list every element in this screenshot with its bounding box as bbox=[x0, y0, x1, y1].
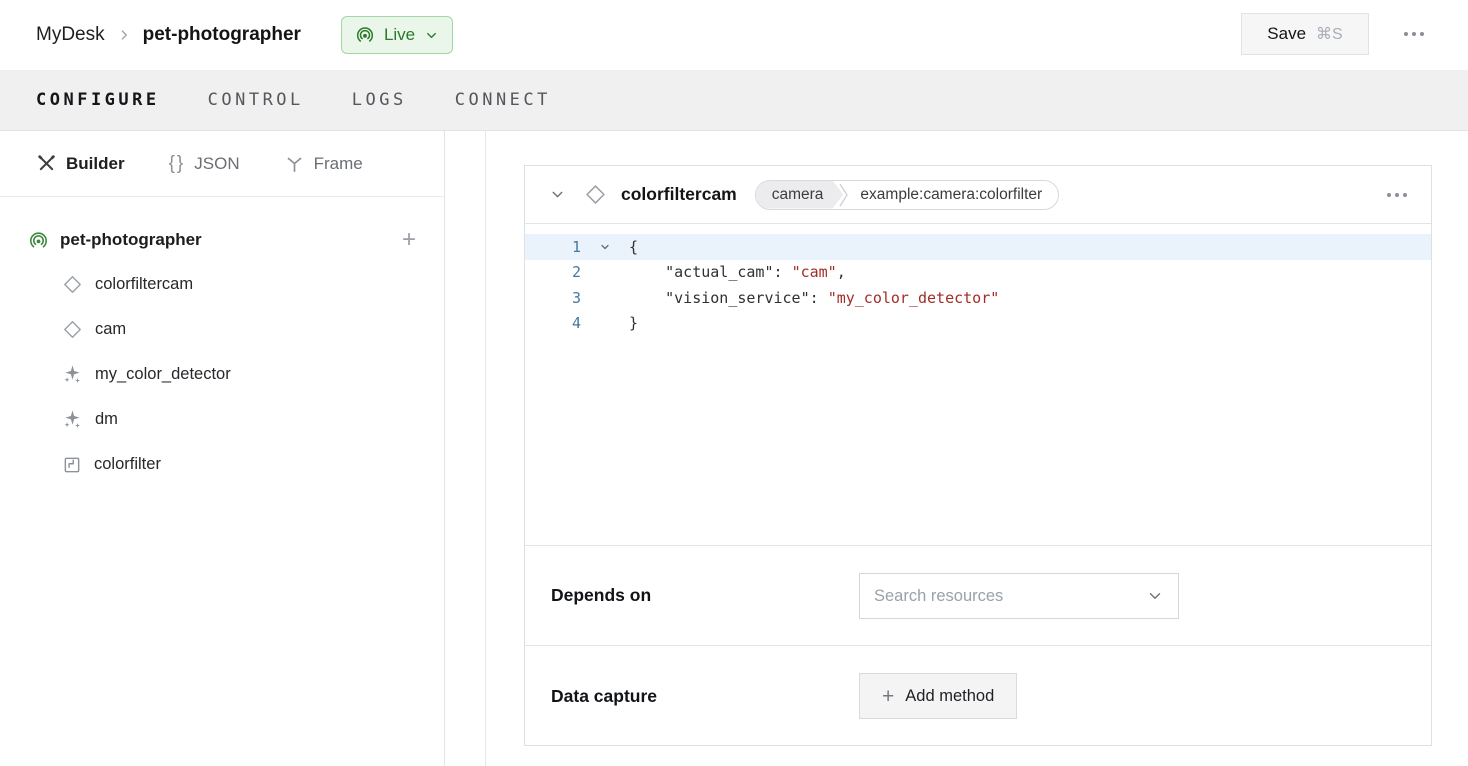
save-shortcut-hint: ⌘S bbox=[1316, 24, 1343, 44]
config-sidebar: Builder {} JSON Frame bbox=[0, 131, 445, 766]
component-diamond-icon bbox=[62, 274, 83, 295]
json-attributes-editor[interactable]: 1 { 2 "actual_cam": "cam", 3 "vision_ser… bbox=[525, 224, 1431, 546]
curly-braces-icon: {} bbox=[169, 153, 186, 175]
save-button[interactable]: Save ⌘S bbox=[1241, 13, 1369, 55]
tab-control[interactable]: CONTROL bbox=[208, 90, 304, 110]
tree-item-dm[interactable]: dm bbox=[0, 397, 444, 442]
tab-connect[interactable]: CONNECT bbox=[455, 90, 551, 110]
add-method-button[interactable]: + Add method bbox=[859, 673, 1017, 719]
collapse-chevron-down-icon[interactable] bbox=[549, 186, 566, 203]
service-sparkle-icon bbox=[62, 364, 83, 385]
depends-on-select[interactable] bbox=[859, 573, 1179, 619]
resource-tree: pet-photographer + colorfiltercam cam bbox=[0, 197, 444, 487]
tab-logs[interactable]: LOGS bbox=[352, 90, 407, 110]
data-capture-label: Data capture bbox=[551, 686, 657, 707]
resource-title: colorfiltercam bbox=[621, 184, 737, 205]
code-line-3: 3 "vision_service": "my_color_detector" bbox=[525, 285, 1431, 311]
code-text: } bbox=[629, 314, 638, 332]
code-line-4: 4 } bbox=[525, 311, 1431, 337]
resource-model-badge: example:camera:colorfilter bbox=[850, 186, 1058, 204]
tree-item-colorfiltercam[interactable]: colorfiltercam bbox=[0, 262, 444, 307]
card-ellipsis-menu-icon[interactable] bbox=[1387, 193, 1407, 197]
live-label: Live bbox=[384, 25, 415, 45]
code-line-1: 1 { bbox=[525, 234, 1431, 260]
live-broadcast-icon bbox=[355, 25, 375, 45]
select-chevron-down-icon bbox=[1146, 587, 1164, 605]
config-mode-tabs: Builder {} JSON Frame bbox=[0, 131, 444, 197]
tree-item-my-color-detector[interactable]: my_color_detector bbox=[0, 352, 444, 397]
tree-item-cam[interactable]: cam bbox=[0, 307, 444, 352]
line-number: 1 bbox=[525, 238, 581, 256]
resource-card-colorfiltercam: colorfiltercam camera example:camera:col… bbox=[524, 165, 1432, 746]
breadcrumb-machine[interactable]: pet-photographer bbox=[143, 24, 301, 46]
search-resources-input[interactable] bbox=[874, 587, 1146, 606]
machine-broadcast-icon bbox=[28, 230, 49, 251]
resource-type-badge: camera bbox=[756, 181, 844, 209]
code-text: "actual_cam": "cam", bbox=[629, 263, 846, 281]
component-diamond-icon bbox=[584, 183, 607, 206]
add-method-label: Add method bbox=[905, 687, 994, 706]
mode-tab-builder[interactable]: Builder bbox=[36, 153, 125, 174]
tab-configure[interactable]: CONFIGURE bbox=[36, 90, 160, 110]
breadcrumb-org[interactable]: MyDesk bbox=[36, 24, 105, 46]
code-line-2: 2 "actual_cam": "cam", bbox=[525, 260, 1431, 286]
breadcrumb-chevron-icon bbox=[117, 28, 131, 42]
line-number: 2 bbox=[525, 263, 581, 281]
live-chevron-down-icon bbox=[424, 28, 439, 43]
mode-tab-frame[interactable]: Frame bbox=[284, 153, 363, 174]
service-sparkle-icon bbox=[62, 409, 83, 430]
resource-card-header: colorfiltercam camera example:camera:col… bbox=[525, 166, 1431, 224]
depends-on-label: Depends on bbox=[551, 585, 651, 606]
mode-builder-label: Builder bbox=[66, 154, 125, 174]
breadcrumb: MyDesk pet-photographer bbox=[36, 24, 301, 46]
app-window: MyDesk pet-photographer Live Save ⌘S bbox=[0, 0, 1468, 766]
tree-root-machine[interactable]: pet-photographer + bbox=[0, 222, 444, 258]
plus-icon: + bbox=[882, 686, 894, 707]
module-icon bbox=[62, 455, 82, 475]
component-diamond-icon bbox=[62, 319, 83, 340]
header-ellipsis-menu-icon[interactable] bbox=[1404, 32, 1424, 36]
builder-tools-icon bbox=[36, 153, 57, 174]
line-number: 3 bbox=[525, 289, 581, 307]
live-status-dropdown[interactable]: Live bbox=[341, 16, 453, 54]
resource-type-model-badge: camera example:camera:colorfilter bbox=[755, 180, 1059, 210]
top-header: MyDesk pet-photographer Live Save ⌘S bbox=[0, 0, 1468, 70]
code-text: "vision_service": "my_color_detector" bbox=[629, 289, 999, 307]
tree-root-label: pet-photographer bbox=[60, 230, 202, 250]
content-divider-line bbox=[485, 131, 486, 766]
line-number: 4 bbox=[525, 314, 581, 332]
mode-json-label: JSON bbox=[194, 154, 239, 174]
code-text: { bbox=[629, 238, 638, 256]
tree-item-colorfilter[interactable]: colorfilter bbox=[0, 442, 444, 487]
mode-frame-label: Frame bbox=[314, 154, 363, 174]
fold-chevron-down-icon[interactable] bbox=[581, 241, 629, 253]
add-resource-button[interactable]: + bbox=[402, 228, 416, 252]
data-capture-section: Data capture + Add method bbox=[525, 646, 1431, 746]
depends-on-section: Depends on bbox=[525, 546, 1431, 646]
machine-nav-tabs: CONFIGURE CONTROL LOGS CONNECT bbox=[0, 70, 1468, 131]
mode-tab-json[interactable]: {} JSON bbox=[169, 153, 240, 175]
save-label: Save bbox=[1267, 24, 1306, 44]
frame-axes-icon bbox=[284, 153, 305, 174]
